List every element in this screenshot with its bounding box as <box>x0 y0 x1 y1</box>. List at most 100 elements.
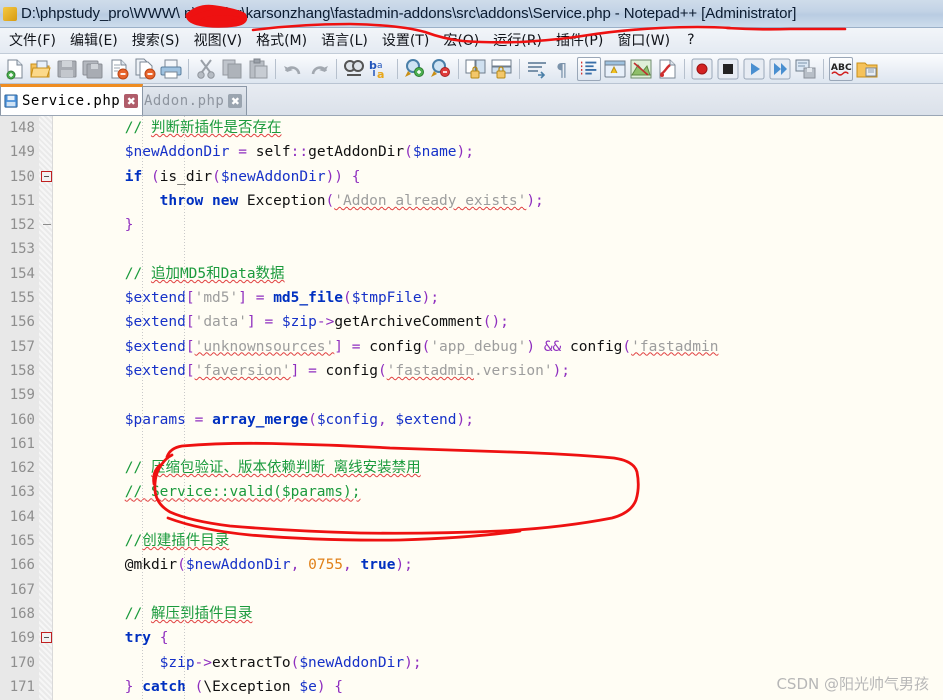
code-line[interactable]: $extend['faversion'] = config('fastadmin… <box>53 359 943 383</box>
fold-collapse-icon[interactable] <box>41 632 52 644</box>
code-line[interactable]: @mkdir($newAddonDir, 0755, true); <box>53 553 943 577</box>
code-line[interactable]: $zip->extractTo($newAddonDir); <box>53 651 943 675</box>
close-icon[interactable]: ✖ <box>124 94 139 108</box>
code-line[interactable] <box>53 505 943 529</box>
code-line[interactable] <box>53 432 943 456</box>
menu-window[interactable]: 窗口(W) <box>610 28 677 53</box>
sync-vertical-scroll-icon[interactable] <box>464 57 488 81</box>
code-line[interactable]: // 判断新插件是否存在 <box>53 116 943 140</box>
code-line[interactable]: // 追加MD5和Data数据 <box>53 262 943 286</box>
redo-icon[interactable] <box>307 57 331 81</box>
close-icon[interactable]: ✖ <box>228 94 243 108</box>
code-line[interactable]: if (is_dir($newAddonDir)) { <box>53 165 943 189</box>
save-icon[interactable] <box>55 57 79 81</box>
code-line[interactable]: $extend['md5'] = md5_file($tmpFile); <box>53 286 943 310</box>
code-text[interactable]: // 判断新插件是否存在 $newAddonDir = self::getAddo… <box>53 116 943 700</box>
function-list-icon[interactable] <box>655 57 679 81</box>
fold-cell[interactable] <box>39 335 52 359</box>
menu-edit[interactable]: 编辑(E) <box>63 28 125 53</box>
code-line[interactable] <box>53 578 943 602</box>
paste-icon[interactable] <box>246 57 270 81</box>
menu-run[interactable]: 运行(R) <box>486 28 549 53</box>
user-defined-language-icon[interactable] <box>603 57 627 81</box>
show-all-chars-icon[interactable]: ¶ <box>551 57 575 81</box>
fold-cell[interactable] <box>39 553 52 577</box>
code-editor[interactable]: 148 149 150 151 152 153 154 155 156 157 158 159 160 1… <box>0 116 943 700</box>
code-line[interactable]: // 解压到插件目录 <box>53 602 943 626</box>
fold-cell[interactable] <box>39 262 52 286</box>
fold-margin[interactable] <box>39 116 52 699</box>
fold-cell[interactable] <box>39 189 52 213</box>
code-line[interactable] <box>53 237 943 261</box>
open-file-icon[interactable] <box>29 57 53 81</box>
fold-cell[interactable] <box>39 165 52 189</box>
stop-macro-icon[interactable] <box>716 57 740 81</box>
menu-file[interactable]: 文件(F) <box>2 28 63 53</box>
code-line[interactable]: $params = array_merge($config, $extend); <box>53 408 943 432</box>
find-icon[interactable] <box>342 57 366 81</box>
fold-cell[interactable] <box>39 408 52 432</box>
fold-cell[interactable] <box>39 140 52 164</box>
close-file-icon[interactable] <box>107 57 131 81</box>
play-macro-icon[interactable] <box>742 57 766 81</box>
fold-cell[interactable] <box>39 213 52 237</box>
code-line[interactable]: // 压缩包验证、版本依赖判断 离线安装禁用 <box>53 456 943 480</box>
replace-icon[interactable]: baa <box>368 57 392 81</box>
fold-cell[interactable] <box>39 456 52 480</box>
play-macro-multiple-icon[interactable] <box>768 57 792 81</box>
fold-cell[interactable] <box>39 383 52 407</box>
word-wrap-icon[interactable] <box>525 57 549 81</box>
cut-icon[interactable] <box>194 57 218 81</box>
menu-format[interactable]: 格式(M) <box>249 28 314 53</box>
code-line[interactable]: $newAddonDir = self::getAddonDir($name); <box>53 140 943 164</box>
zoom-out-icon[interactable] <box>429 57 453 81</box>
menu-help[interactable]: ? <box>677 30 704 51</box>
new-file-icon[interactable] <box>3 57 27 81</box>
fold-cell[interactable] <box>39 505 52 529</box>
fold-cell[interactable] <box>39 578 52 602</box>
code-line[interactable] <box>53 383 943 407</box>
menu-view[interactable]: 视图(V) <box>187 28 250 53</box>
save-macro-icon[interactable] <box>794 57 818 81</box>
menu-settings[interactable]: 设置(T) <box>375 28 436 53</box>
fold-cell[interactable] <box>39 529 52 553</box>
menu-search[interactable]: 搜索(S) <box>125 28 187 53</box>
record-macro-icon[interactable] <box>690 57 714 81</box>
fold-cell[interactable] <box>39 480 52 504</box>
code-line[interactable]: //创建插件目录 <box>53 529 943 553</box>
line-number: 160 <box>9 411 35 428</box>
sync-horizontal-scroll-icon[interactable] <box>490 57 514 81</box>
save-all-icon[interactable] <box>81 57 105 81</box>
zoom-in-icon[interactable] <box>403 57 427 81</box>
folder-as-workspace-icon[interactable] <box>855 57 879 81</box>
copy-icon[interactable] <box>220 57 244 81</box>
fold-cell[interactable] <box>39 432 52 456</box>
fold-cell[interactable] <box>39 286 52 310</box>
code-line[interactable]: } <box>53 213 943 237</box>
menu-macro[interactable]: 宏(O) <box>436 28 486 53</box>
fold-cell[interactable] <box>39 651 52 675</box>
document-map-icon[interactable] <box>629 57 653 81</box>
tab-service-php[interactable]: Service.php ✖ <box>0 84 144 115</box>
close-all-icon[interactable] <box>133 57 157 81</box>
menu-language[interactable]: 语言(L) <box>314 28 375 53</box>
code-line[interactable]: $extend['data'] = $zip->getArchiveCommen… <box>53 310 943 334</box>
fold-cell[interactable] <box>39 626 52 650</box>
indent-guide-icon[interactable] <box>577 56 601 81</box>
fold-collapse-icon[interactable] <box>41 170 52 182</box>
undo-icon[interactable] <box>281 57 305 81</box>
print-icon[interactable] <box>159 57 183 81</box>
fold-cell[interactable] <box>39 359 52 383</box>
fold-cell[interactable] <box>39 675 52 699</box>
code-line[interactable]: $extend['unknownsources'] = config('app_… <box>53 335 943 359</box>
menu-plugins[interactable]: 插件(P) <box>549 28 610 53</box>
code-line[interactable]: throw new Exception('Addon already exist… <box>53 189 943 213</box>
spell-check-icon[interactable]: ABC <box>829 56 853 81</box>
code-line[interactable]: try { <box>53 626 943 650</box>
fold-cell[interactable] <box>39 237 52 261</box>
fold-cell[interactable] <box>39 310 52 334</box>
fold-cell[interactable] <box>39 116 52 140</box>
fold-cell[interactable] <box>39 602 52 626</box>
code-line[interactable]: // Service::valid($params); <box>53 480 943 504</box>
